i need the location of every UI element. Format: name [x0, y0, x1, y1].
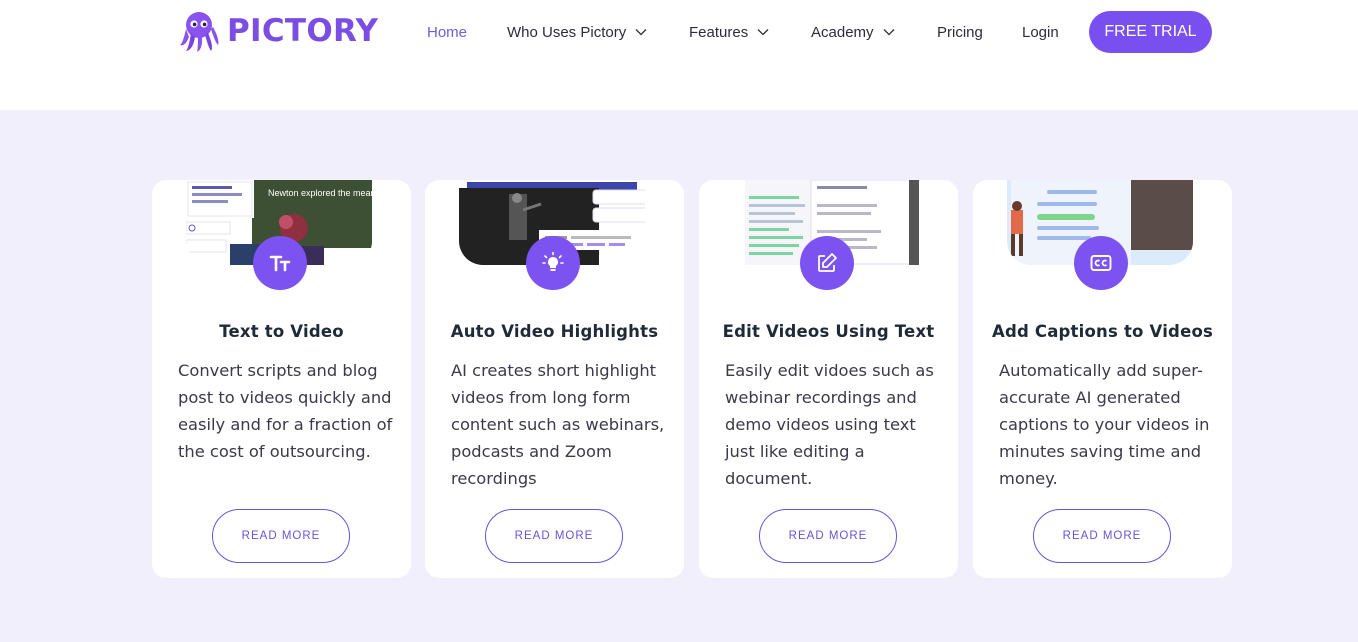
nav-login[interactable]: Login: [1022, 11, 1059, 53]
chevron-down-icon: [635, 29, 647, 36]
card-description: Convert scripts and blog post to videos …: [178, 361, 393, 461]
nav-features-label: Features: [689, 23, 749, 41]
read-more-button[interactable]: READ MORE: [759, 509, 897, 563]
feature-card-edit-videos-using-text: Edit Videos Using Text Easily edit vidoe…: [699, 180, 958, 578]
nav-login-label: Login: [1022, 23, 1059, 41]
nav-academy[interactable]: Academy: [811, 11, 896, 53]
chevron-down-icon: [883, 29, 894, 36]
card-title: Text to Video: [219, 322, 344, 341]
nav-features[interactable]: Features: [689, 11, 770, 53]
nav-who-uses-label: Who Uses Pictory: [507, 23, 627, 41]
read-more-button[interactable]: READ MORE: [212, 509, 350, 563]
nav-academy-label: Academy: [811, 23, 874, 41]
nav-home-label: Home: [427, 23, 468, 41]
card-title: Auto Video Highlights: [450, 322, 659, 341]
lightbulb-icon: [526, 236, 580, 290]
read-more-button[interactable]: READ MORE: [1033, 509, 1171, 563]
read-more-button[interactable]: READ MORE: [485, 509, 623, 563]
thumb-caption: Newton explored the meaning of gravity: [268, 188, 372, 198]
card-description: Automatically add super-accurate AI gene…: [999, 361, 1210, 488]
nav-who-uses-pictory[interactable]: Who Uses Pictory: [507, 11, 648, 53]
nav-pricing[interactable]: Pricing: [937, 11, 983, 53]
chevron-down-icon: [757, 29, 769, 36]
feature-card-text-to-video: Newton explored the meaning of gravity T…: [152, 180, 411, 578]
nav-home[interactable]: Home: [427, 11, 467, 53]
free-trial-button[interactable]: FREE TRIAL: [1089, 11, 1212, 53]
feature-card-auto-video-highlights: Auto Video Highlights AI creates short h…: [425, 180, 684, 578]
edit-icon: [800, 236, 854, 290]
site-header: PICTORY Home Who Uses Pictory Features A…: [0, 0, 1358, 110]
nav-pricing-label: Pricing: [937, 23, 983, 41]
card-description: Easily edit vidoes such as webinar recor…: [725, 361, 934, 488]
text-size-icon: [253, 236, 307, 290]
card-description: AI creates short highlight videos from l…: [451, 361, 665, 488]
card-title: Add Captions to Videos: [991, 322, 1214, 341]
main-nav: Home Who Uses Pictory Features Academy P…: [0, 11, 1358, 53]
closed-captions-icon: [1074, 236, 1128, 290]
feature-card-add-captions-to-videos: Add Captions to Videos Automatically add…: [973, 180, 1232, 578]
card-title: Edit Videos Using Text: [722, 322, 935, 341]
